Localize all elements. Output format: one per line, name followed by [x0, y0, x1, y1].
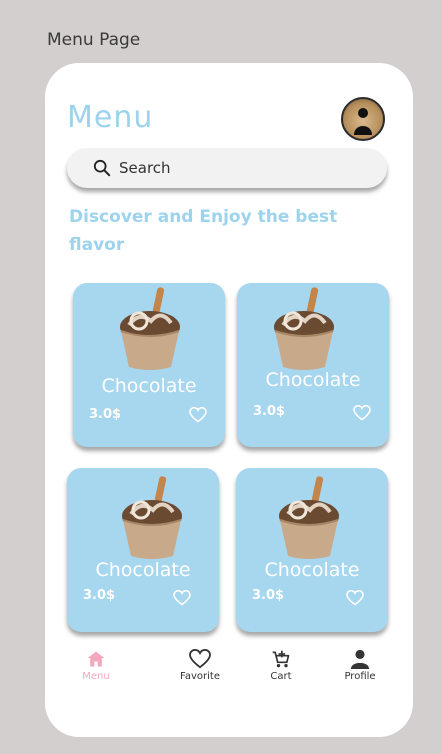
- heart-icon[interactable]: [189, 407, 207, 423]
- user-silhouette-icon: [354, 108, 372, 135]
- product-card[interactable]: Chocolate 3.0$: [73, 283, 225, 447]
- phone-screen: Menu Discover and Enjoy the best flavor …: [45, 63, 413, 737]
- ice-cream-cup-icon: [120, 287, 180, 370]
- product-name: Chocolate: [265, 369, 361, 391]
- product-price: 3.0$: [252, 588, 285, 603]
- cart-icon: [272, 650, 290, 668]
- product-card[interactable]: Chocolate 3.0$: [237, 283, 389, 447]
- product-name: Chocolate: [264, 559, 360, 581]
- ice-cream-cup-icon: [122, 476, 182, 559]
- bottom-nav: Menu Favorite Cart Profile: [45, 649, 413, 709]
- heart-icon[interactable]: [173, 590, 191, 606]
- nav-label: Profile: [344, 671, 376, 682]
- headline: Discover and Enjoy the best flavor: [69, 207, 338, 255]
- nav-item-cart[interactable]: Cart: [246, 649, 316, 682]
- user-icon: [350, 649, 370, 669]
- search-bar[interactable]: [67, 148, 387, 188]
- page-title: Menu: [67, 100, 154, 135]
- nav-label: Favorite: [180, 671, 220, 682]
- nav-item-favorite[interactable]: Favorite: [165, 649, 235, 682]
- nav-label: Menu: [82, 671, 110, 682]
- heart-icon[interactable]: [346, 590, 364, 606]
- home-icon: [87, 651, 105, 667]
- nav-label: Cart: [270, 671, 292, 682]
- product-card[interactable]: Chocolate 3.0$: [67, 468, 219, 632]
- avatar[interactable]: [341, 97, 385, 141]
- product-card[interactable]: Chocolate 3.0$: [236, 468, 388, 632]
- nav-item-profile[interactable]: Profile: [325, 649, 395, 682]
- product-price: 3.0$: [83, 588, 116, 603]
- search-icon: [93, 159, 111, 177]
- ice-cream-cup-icon: [279, 476, 339, 559]
- nav-item-menu[interactable]: Menu: [61, 649, 131, 682]
- ice-cream-cup-icon: [274, 287, 334, 370]
- search-input[interactable]: [119, 159, 359, 177]
- product-price: 3.0$: [89, 407, 122, 422]
- product-name: Chocolate: [101, 375, 197, 397]
- product-price: 3.0$: [253, 404, 286, 419]
- heart-icon[interactable]: [353, 405, 371, 421]
- page-caption: Menu Page: [47, 30, 141, 50]
- product-name: Chocolate: [95, 559, 191, 581]
- heart-icon: [189, 649, 211, 669]
